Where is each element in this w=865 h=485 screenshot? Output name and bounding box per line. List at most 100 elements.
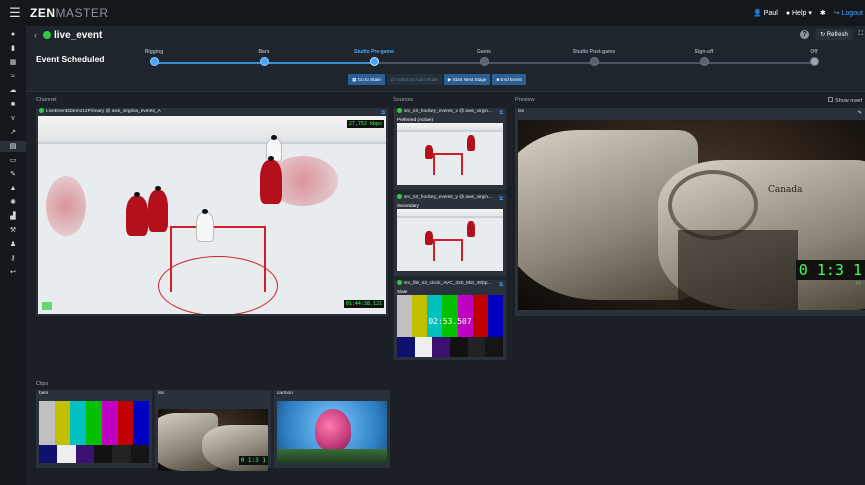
cloud-icon[interactable]: ☁: [0, 85, 26, 96]
color-bars: [397, 295, 503, 337]
stage-step[interactable]: Off: [784, 49, 844, 66]
brand-logo[interactable]: ZENMASTER: [30, 6, 109, 20]
rink-boards: [397, 123, 503, 132]
monitor-icon[interactable]: ▭: [0, 155, 26, 166]
preview-video[interactable]: Canada 0 1:3 1 9.1: [518, 120, 865, 310]
page-title: live_event: [54, 29, 103, 41]
preview-clock-sub: 9.1: [855, 280, 861, 285]
network-icon[interactable]: ⋎: [0, 113, 26, 124]
source-thumbnail: 02:53.507: [397, 295, 504, 357]
stage-progress-panel: Event Scheduled Rigging Bars Studio Pre-ga…: [26, 44, 865, 92]
settings-cog-icon[interactable]: ✺: [0, 197, 26, 208]
external-link-icon[interactable]: ⧉: [499, 281, 503, 289]
help-circle-icon: ●: [785, 10, 791, 17]
source-card[interactable]: src_s3_hockey_events_x @ aws_virgin... ⧉ …: [394, 108, 506, 190]
stage-step[interactable]: Studio Pre-game: [344, 49, 404, 66]
player-red: [126, 192, 148, 236]
alert-icon[interactable]: ▲: [0, 183, 26, 194]
expand-icon[interactable]: ⛶: [859, 31, 863, 38]
users-icon[interactable]: ♟: [0, 239, 26, 250]
logout-link[interactable]: ↪ Logout: [834, 9, 863, 17]
preview-clock: 0 1:3 1: [795, 260, 865, 280]
stage-step[interactable]: Sign-off: [674, 49, 734, 66]
grid-overlay-icon[interactable]: [42, 302, 52, 310]
source-card[interactable]: src_s3_hockey_events_y @ aws_virgin... ⧉ …: [394, 194, 506, 276]
bar: [86, 401, 102, 445]
stage-node[interactable]: [809, 57, 819, 66]
bar: [101, 401, 118, 445]
show-overlay-toggle[interactable]: Show overl: [828, 97, 862, 104]
go-to-state-button[interactable]: ▦ Go to State: [348, 74, 385, 85]
refresh-button[interactable]: ↻ Refresh: [815, 29, 853, 40]
external-link-icon[interactable]: ⧉: [381, 109, 385, 117]
share-icon[interactable]: ↗: [0, 127, 26, 138]
status-ok-icon: [397, 280, 402, 286]
rink-boards: [397, 209, 503, 218]
chevron-left-icon[interactable]: ‹: [26, 30, 43, 40]
refresh-icon: ↻: [820, 32, 826, 38]
preview-panel: iss ✎ Canada 0 1:3 1 9.1: [515, 108, 865, 316]
stage-label: Studio Post-game: [572, 49, 616, 55]
stage-label: Rigging: [144, 49, 164, 55]
bar: [397, 337, 415, 357]
stage-node[interactable]: [369, 57, 379, 66]
hamburger-icon[interactable]: ☰: [0, 5, 30, 21]
user-menu[interactable]: 👤 Paul: [753, 9, 778, 17]
cartoon-dragon: [315, 409, 351, 451]
stage-step[interactable]: Game: [454, 49, 514, 66]
clip-name: bars: [39, 391, 49, 396]
bar: [485, 337, 504, 357]
source-header: src_file_s3_clock_AVC_420_8bit_49(tp... ⧉: [394, 280, 506, 288]
rink-boards: [38, 116, 386, 144]
helmet: [155, 186, 161, 191]
player-red: [467, 135, 475, 151]
status-ok-icon: [397, 194, 402, 200]
source-card[interactable]: src_file_s3_clock_AVC_420_8bit_49(tp... ⧉…: [394, 280, 506, 360]
stage-node[interactable]: [699, 57, 709, 66]
dashboard-icon[interactable]: ●: [0, 29, 26, 40]
grid-icon[interactable]: ▦: [0, 57, 26, 68]
chart-icon[interactable]: ▟: [0, 211, 26, 222]
help-menu[interactable]: ● Help ▾: [786, 9, 812, 17]
clip-card[interactable]: iss 0 1:3 1: [155, 390, 271, 471]
player-red: [260, 156, 282, 204]
preview-source-name: iss: [518, 109, 524, 114]
stage-node[interactable]: [479, 57, 489, 66]
clip-name: iss: [158, 391, 164, 396]
clip-thumbnail: [277, 401, 387, 463]
top-right-menu: 👤 Paul ● Help ▾ ✱ ↪ Logout: [753, 0, 865, 26]
user-name: Paul: [763, 10, 778, 17]
pencil-icon[interactable]: ✎: [0, 169, 26, 180]
events-icon[interactable]: ▤: [0, 141, 26, 152]
stage-step[interactable]: Studio Post-game: [564, 49, 624, 66]
stage-label: Studio Pre-game: [354, 49, 394, 55]
player-red: [425, 145, 433, 159]
stage-node[interactable]: [149, 57, 159, 66]
keys-icon[interactable]: ⚷: [0, 253, 26, 264]
external-link-icon[interactable]: ⧉: [499, 195, 503, 203]
help-circle-icon[interactable]: ?: [800, 30, 810, 39]
camera-icon[interactable]: ■: [0, 99, 26, 110]
clip-card[interactable]: bars: [36, 390, 152, 468]
refresh-label: Refresh: [826, 32, 848, 38]
gear-icon[interactable]: ✱: [820, 9, 826, 17]
login-icon[interactable]: ↩: [0, 267, 26, 278]
auto-mode-label: Switch to Auto Mode: [396, 77, 438, 82]
clip-card[interactable]: cartoon: [274, 390, 390, 468]
external-link-icon[interactable]: ⧉: [499, 109, 503, 117]
stage-step[interactable]: Bars: [234, 49, 294, 66]
checkbox[interactable]: [828, 97, 833, 102]
end-event-button[interactable]: ■ End Event: [492, 74, 526, 85]
stage-node[interactable]: [259, 57, 269, 66]
stage-step[interactable]: Rigging: [124, 49, 184, 66]
source-header: src_s3_hockey_events_y @ aws_virgin... ⧉: [394, 194, 506, 202]
stage-node[interactable]: [589, 57, 599, 66]
auto-mode-button[interactable]: ⇄ Switch to Auto Mode: [386, 74, 442, 85]
channel-video[interactable]: 27,752 kbps 01:44:38.121: [38, 116, 386, 314]
start-next-stage-button[interactable]: ▶ Start Next Stage: [443, 74, 491, 85]
tools-icon[interactable]: ⚒: [0, 225, 26, 236]
document-icon[interactable]: ▮: [0, 43, 26, 54]
clips-section-label: Clips: [36, 381, 49, 387]
pin-icon[interactable]: ✎: [858, 109, 862, 117]
signal-icon[interactable]: ≈: [0, 71, 26, 82]
